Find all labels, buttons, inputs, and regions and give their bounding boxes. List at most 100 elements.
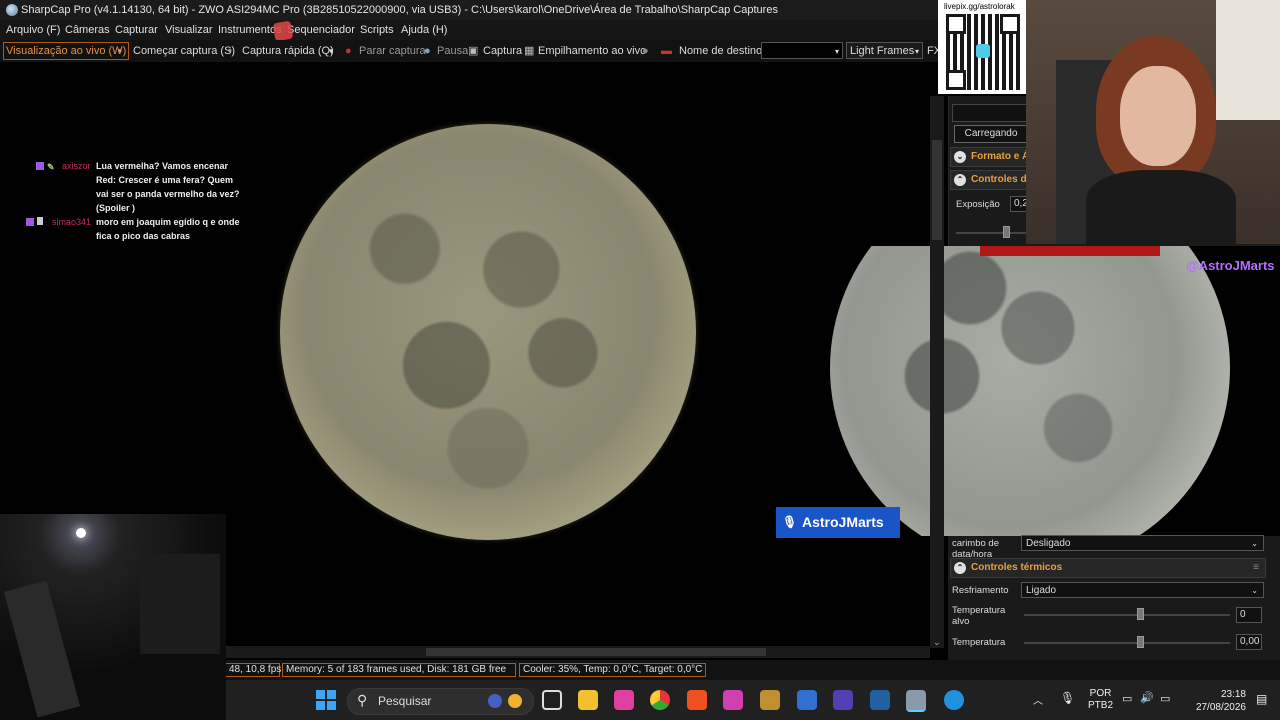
wall-shadow bbox=[140, 554, 220, 654]
target-temp-slider[interactable] bbox=[1024, 614, 1230, 616]
chevron-up-icon: ⌃ bbox=[954, 562, 966, 574]
fps-status: 48, 10,8 fps bbox=[226, 663, 281, 677]
menu-scripts[interactable]: Scripts bbox=[360, 20, 394, 40]
app-icon[interactable] bbox=[614, 690, 634, 710]
target-temp-field[interactable]: 0 bbox=[1236, 607, 1262, 623]
streamer-name-badge: 🎙 AstroJMarts bbox=[776, 507, 900, 538]
language-indicator[interactable]: POR PTB2 bbox=[1088, 688, 1113, 712]
settings-circle-icon: ● bbox=[642, 45, 649, 57]
file-explorer-icon[interactable] bbox=[578, 690, 598, 710]
battery-icon[interactable]: ▭ bbox=[1160, 692, 1170, 705]
moon-secondary-image bbox=[830, 246, 1230, 536]
app-icon[interactable] bbox=[944, 690, 964, 710]
live-stack-button[interactable]: Empilhamento ao vivo bbox=[538, 40, 646, 62]
target-icon: ▬ bbox=[661, 45, 672, 57]
chat-username: axiszor bbox=[62, 161, 91, 171]
video-camera-icon: ▪ bbox=[118, 45, 122, 57]
quick-capture-button[interactable]: Captura rápida (Q) bbox=[242, 40, 334, 62]
volume-icon[interactable]: 🔊 bbox=[1140, 691, 1154, 704]
app-icon[interactable] bbox=[833, 690, 853, 710]
target-temp-label: Temperatura alvo bbox=[952, 605, 1006, 627]
streamer-handle: @AstroJMarts bbox=[1186, 258, 1275, 273]
qr-url: livepix.gg/astrolorak bbox=[944, 2, 1015, 11]
windows-start-icon[interactable] bbox=[316, 690, 336, 710]
stop-icon: ● bbox=[345, 45, 352, 57]
pause-icon: ● bbox=[424, 45, 431, 57]
photos-icon[interactable] bbox=[797, 690, 817, 710]
scrollbar-thumb[interactable] bbox=[426, 648, 766, 656]
cooling-select[interactable]: Ligado ⌄ bbox=[1021, 582, 1264, 598]
timestamp-label: carimbo de data/hora bbox=[952, 538, 999, 560]
loading-button[interactable]: Carregando bbox=[954, 125, 1028, 143]
panel-input[interactable] bbox=[952, 104, 1032, 122]
memory-status: Memory: 5 of 183 frames used, Disk: 181 … bbox=[282, 663, 516, 677]
scrollbar-thumb[interactable] bbox=[932, 140, 942, 240]
chat-username: simao341 bbox=[52, 217, 92, 227]
clock[interactable]: 23:18 27/08/2026 bbox=[1190, 688, 1246, 714]
shirt bbox=[1086, 170, 1236, 244]
livepix-qr-block: livepix.gg/astrolorak bbox=[938, 0, 1026, 94]
telescope-camera-overlay bbox=[0, 514, 226, 720]
chevron-down-icon: ▾ bbox=[914, 47, 919, 56]
temperature-field: 0,00 bbox=[1236, 634, 1262, 650]
qr-code[interactable] bbox=[946, 14, 1020, 90]
frame-type-select[interactable]: Light Frames ▾ bbox=[846, 42, 923, 59]
stop-capture-button[interactable]: Parar captura bbox=[359, 40, 426, 62]
badge-icon bbox=[26, 218, 34, 226]
notification-icon[interactable]: ▤ bbox=[1256, 692, 1267, 706]
chevron-up-icon[interactable]: ︿ bbox=[1033, 692, 1043, 707]
cooling-label: Resfriamento bbox=[952, 585, 1009, 596]
task-view-icon[interactable] bbox=[542, 690, 562, 710]
search-placeholder: Pesquisar bbox=[378, 694, 432, 708]
start-capture-button[interactable]: Começar captura (S) bbox=[133, 40, 235, 62]
snapshot-button[interactable]: Captura bbox=[483, 40, 522, 62]
muted-mic-icon: 🎙 bbox=[782, 515, 798, 529]
app-icon[interactable] bbox=[723, 690, 743, 710]
menu-capture[interactable]: Capturar bbox=[115, 20, 158, 40]
sharpcap-taskbar-icon[interactable] bbox=[906, 690, 926, 712]
live-view-button[interactable]: Visualização ao vivo (W) bbox=[3, 42, 130, 60]
target-temp-slider-thumb[interactable] bbox=[1137, 608, 1144, 620]
menu-file[interactable]: Arquivo (F) bbox=[6, 20, 60, 40]
vertical-scrollbar[interactable]: ⌄ bbox=[930, 96, 944, 648]
search-highlight-icon bbox=[488, 694, 502, 708]
chevron-down-icon[interactable]: ⌄ bbox=[933, 637, 941, 648]
app-icon[interactable] bbox=[870, 690, 890, 710]
cooler-status: Cooler: 35%, Temp: 0,0°C, Target: 0,0°C bbox=[519, 663, 706, 677]
thermal-controls-section-header[interactable]: ⌃ Controles térmicos ≡ bbox=[950, 558, 1266, 578]
microphone-icon[interactable]: 🎙 bbox=[1060, 691, 1075, 705]
brave-icon[interactable] bbox=[687, 690, 707, 710]
menu-icon[interactable]: ≡ bbox=[1253, 559, 1259, 577]
exposure-slider[interactable] bbox=[956, 232, 1026, 234]
light-source bbox=[76, 528, 86, 538]
sharpcap-app-icon bbox=[6, 4, 18, 16]
chrome-icon[interactable] bbox=[650, 690, 670, 710]
chevron-down-icon: ▾ bbox=[834, 47, 839, 56]
temperature-label: Temperatura bbox=[952, 637, 1006, 648]
toolbar: Visualização ao vivo (W) ▪ Começar captu… bbox=[0, 40, 941, 62]
menu-help[interactable]: Ajuda (H) bbox=[401, 20, 447, 40]
chevron-up-icon: ⌃ bbox=[954, 174, 966, 186]
menu-cameras[interactable]: Câmeras bbox=[65, 20, 110, 40]
network-icon[interactable]: ▭ bbox=[1122, 692, 1132, 705]
status-bar: 48, 10,8 fps Memory: 5 of 183 frames use… bbox=[226, 660, 1280, 680]
horizontal-scrollbar[interactable] bbox=[226, 646, 930, 658]
snapshot-icon: ▣ bbox=[468, 45, 479, 57]
app-icon[interactable] bbox=[760, 690, 780, 710]
menu-tools[interactable]: Instrumentos bbox=[218, 20, 282, 40]
exposure-label: Exposição bbox=[956, 199, 1000, 210]
taskbar-search[interactable]: ⚲ Pesquisar bbox=[347, 688, 534, 715]
menu-view[interactable]: Visualizar bbox=[165, 20, 213, 40]
temperature-slider bbox=[1024, 642, 1230, 644]
menu-sequencer[interactable]: Sequenciador bbox=[287, 20, 355, 40]
exposure-slider-thumb[interactable] bbox=[1003, 226, 1010, 238]
badge-icon bbox=[37, 217, 43, 225]
chevron-down-icon: ⌄ bbox=[1251, 539, 1258, 548]
streamer-webcam bbox=[1026, 0, 1280, 244]
pause-button[interactable]: Pausa bbox=[437, 40, 468, 62]
stack-icon: ▦ bbox=[524, 45, 535, 57]
timestamp-select[interactable]: Desligado ⌄ bbox=[1021, 535, 1264, 551]
chevron-down-icon: ⌄ bbox=[1251, 586, 1258, 595]
chevron-down-icon[interactable]: ▾ bbox=[329, 40, 334, 62]
target-name-select[interactable]: ▾ bbox=[761, 42, 843, 59]
